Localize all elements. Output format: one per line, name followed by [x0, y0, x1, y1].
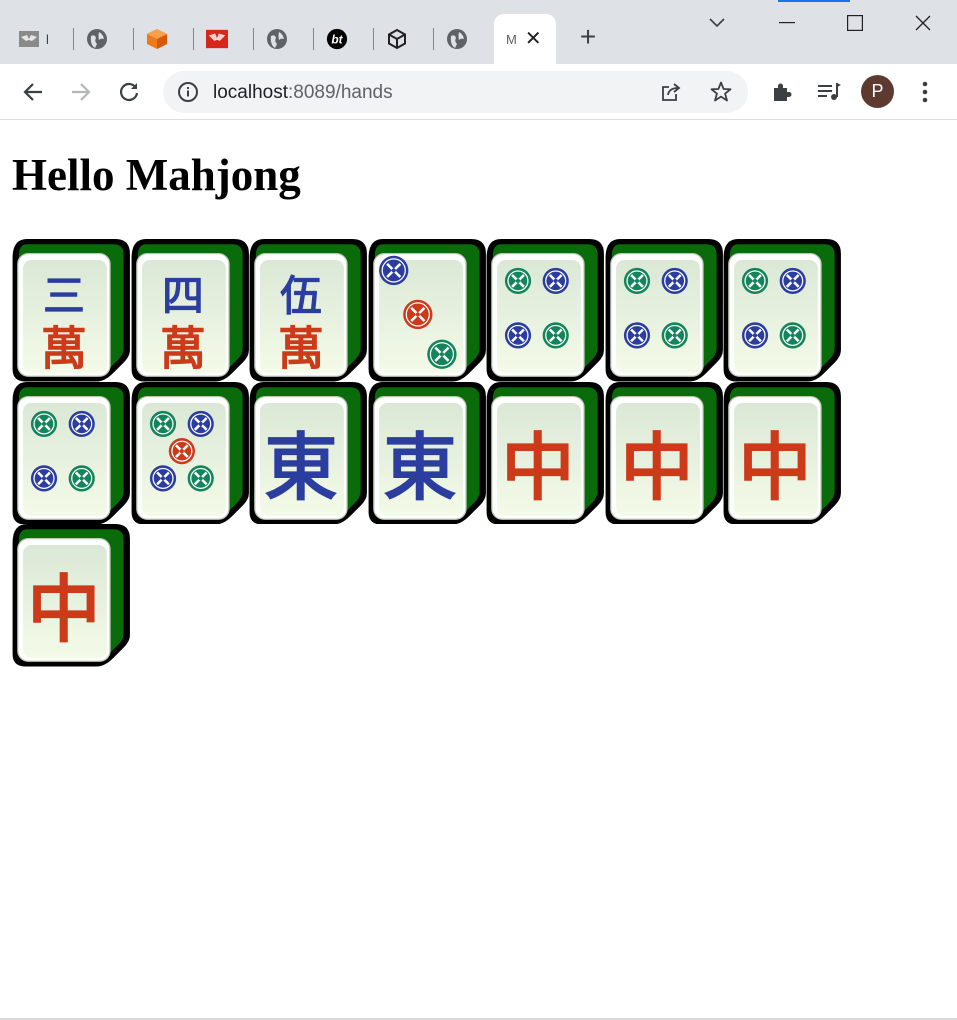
mahjong-tile[interactable]: 中: [723, 381, 842, 524]
svg-text:萬: 萬: [159, 322, 205, 376]
mahjong-tile[interactable]: [12, 381, 131, 524]
close-window-icon[interactable]: [900, 8, 946, 38]
close-tab-icon[interactable]: ✕: [525, 29, 542, 49]
svg-text:東: 東: [264, 425, 337, 511]
site-info-icon[interactable]: [177, 81, 199, 108]
tile-graphic: 三萬: [12, 239, 130, 382]
profile-avatar[interactable]: P: [861, 75, 894, 108]
tile-symbol: 東: [264, 425, 337, 511]
tab-active[interactable]: M ✕: [494, 14, 556, 64]
mahjong-tile[interactable]: [605, 239, 724, 382]
tile-symbol: 東: [383, 425, 456, 511]
media-controls-icon[interactable]: [816, 80, 842, 109]
mahjong-hand: 三萬四萬伍萬東東中中中中: [12, 239, 852, 667]
mahjong-tile[interactable]: [368, 239, 487, 382]
tab-5[interactable]: [266, 22, 314, 56]
svg-text:萬: 萬: [278, 322, 324, 376]
tile-graphic: 東: [249, 381, 367, 524]
minimize-icon[interactable]: [764, 8, 810, 38]
tab-1[interactable]: l: [18, 22, 74, 56]
tab-search-icon[interactable]: [694, 8, 740, 38]
bt-icon: bt: [326, 28, 348, 50]
mahjong-tile[interactable]: 中: [12, 524, 131, 667]
mahjong-tile[interactable]: 東: [249, 381, 368, 524]
tile-graphic: 中: [723, 381, 841, 524]
tab-3[interactable]: [146, 22, 194, 56]
tab-1-title: l: [46, 31, 49, 47]
share-icon[interactable]: [659, 80, 683, 109]
url-path: :8089/hands: [288, 82, 393, 103]
globe-icon: [446, 28, 468, 50]
svg-text:伍: 伍: [280, 271, 322, 320]
cube-icon: [386, 28, 408, 50]
tile-graphic: 中: [486, 381, 604, 524]
svg-text:bt: bt: [331, 33, 343, 47]
svg-text:中: 中: [620, 425, 693, 511]
new-tab-button[interactable]: +: [574, 23, 602, 52]
tile-symbol: 四萬: [159, 271, 205, 375]
tile-graphic: [12, 381, 130, 524]
back-icon[interactable]: [17, 76, 49, 108]
svg-text:中: 中: [501, 425, 574, 511]
bookmark-star-icon[interactable]: [709, 80, 733, 109]
tile-symbol: 中: [620, 425, 693, 511]
svg-text:四: 四: [161, 271, 203, 320]
menu-kebab-icon[interactable]: [918, 80, 932, 109]
tile-graphic: 伍萬: [249, 239, 367, 382]
address-bar[interactable]: localhost:8089/hands: [163, 71, 748, 113]
tile-graphic: [131, 381, 249, 524]
tile-graphic: 四萬: [131, 239, 249, 382]
tab-strip-accent: [778, 0, 850, 2]
tile-graphic: [605, 239, 723, 382]
tile-symbol: 伍萬: [278, 271, 324, 375]
orange-box-icon: [146, 28, 168, 50]
url-text[interactable]: localhost:8089/hands: [213, 82, 393, 104]
tab-2[interactable]: [86, 22, 134, 56]
mahjong-tile[interactable]: [131, 381, 250, 524]
tab-strip: l bt M ✕ +: [0, 0, 957, 64]
mahjong-tile[interactable]: 東: [368, 381, 487, 524]
url-host: localhost: [213, 82, 288, 103]
globe-icon: [86, 28, 108, 50]
tile-symbol: 三萬: [41, 271, 87, 375]
mahjong-tile[interactable]: [486, 239, 605, 382]
mahjong-tile[interactable]: 中: [605, 381, 724, 524]
tile-graphic: [368, 239, 486, 382]
page-content: Hello Mahjong 三萬四萬伍萬東東中中中中: [0, 121, 957, 1018]
globe-icon: [266, 28, 288, 50]
mahjong-tile[interactable]: 伍萬: [249, 239, 368, 382]
mahjong-tile-favicon-icon: [18, 28, 40, 50]
tile-symbol: 中: [738, 425, 811, 511]
tile-graphic: [486, 239, 604, 382]
svg-text:三: 三: [43, 271, 85, 320]
tile-symbol: 中: [27, 567, 100, 653]
svg-text:中: 中: [738, 425, 811, 511]
mahjong-tile[interactable]: 四萬: [131, 239, 250, 382]
tile-graphic: 中: [605, 381, 723, 524]
svg-text:萬: 萬: [41, 322, 87, 376]
red-logo-icon: [206, 28, 228, 50]
browser-toolbar: localhost:8089/hands P: [0, 64, 957, 120]
mahjong-tile[interactable]: 中: [486, 381, 605, 524]
tile-graphic: 中: [12, 524, 130, 667]
svg-text:中: 中: [27, 567, 100, 653]
extensions-icon[interactable]: [770, 80, 794, 109]
mahjong-tile[interactable]: 三萬: [12, 239, 131, 382]
tab-4[interactable]: [206, 22, 254, 56]
forward-icon[interactable]: [65, 76, 97, 108]
tab-8[interactable]: [446, 22, 486, 56]
tab-7[interactable]: [386, 22, 434, 56]
reload-icon[interactable]: [113, 76, 145, 108]
mahjong-tile[interactable]: [723, 239, 842, 382]
tab-6[interactable]: bt: [326, 22, 374, 56]
svg-text:東: 東: [383, 425, 456, 511]
active-tab-title: M: [506, 31, 517, 47]
tile-graphic: 東: [368, 381, 486, 524]
page-title: Hello Mahjong: [12, 150, 301, 200]
maximize-icon[interactable]: [832, 8, 878, 38]
tile-symbol: 中: [501, 425, 574, 511]
tile-graphic: [723, 239, 841, 382]
